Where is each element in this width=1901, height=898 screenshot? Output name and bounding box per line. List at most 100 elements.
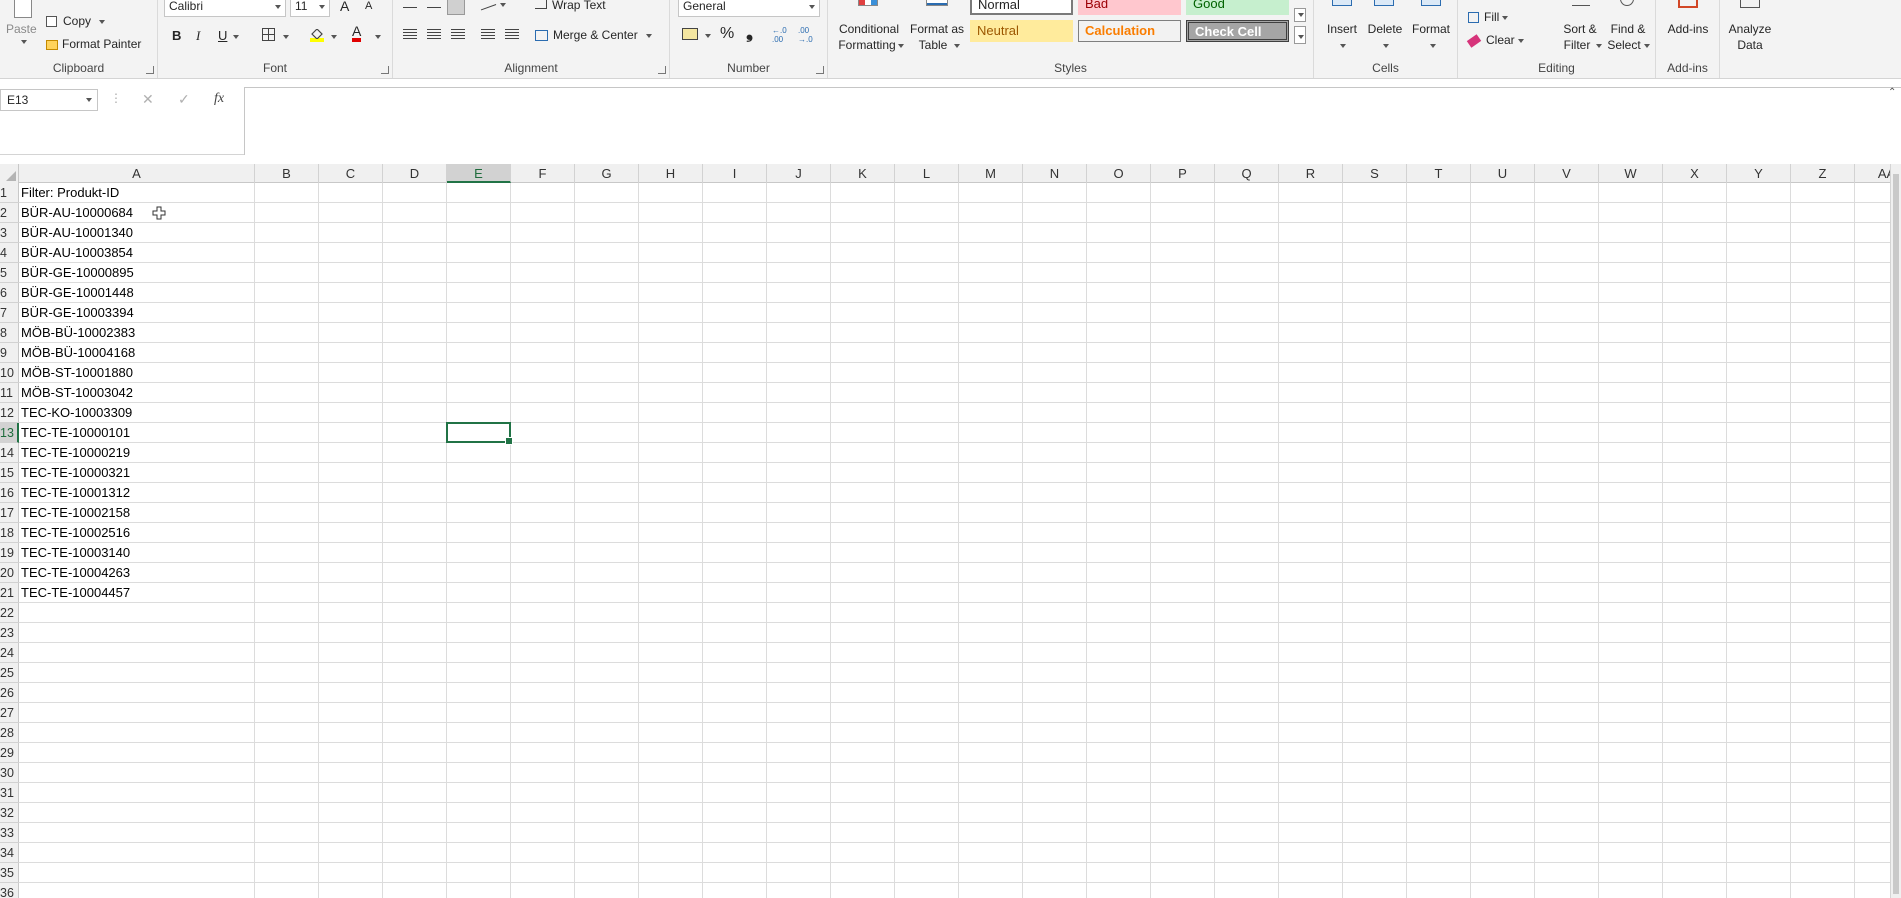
cell-a8[interactable]: MÖB-BÜ-10002383 (21, 323, 135, 343)
column-header-e[interactable]: E (447, 164, 511, 183)
row-header-8[interactable]: 8 (0, 323, 19, 343)
find-select-button[interactable]: Find & Select (1604, 0, 1652, 52)
formula-bar-splitter-icon[interactable]: ⋮ (110, 91, 122, 105)
addins-button[interactable]: Add-ins (1662, 0, 1714, 52)
column-header-w[interactable]: W (1599, 164, 1663, 183)
row-header-36[interactable]: 36 (0, 883, 19, 898)
comma-style-button[interactable]: ❟ (746, 22, 753, 43)
cancel-entry-icon[interactable]: ✕ (142, 91, 154, 108)
style-bad[interactable]: Bad (1078, 0, 1181, 15)
column-header-d[interactable]: D (383, 164, 447, 183)
row-header-22[interactable]: 22 (0, 603, 19, 623)
row-header-21[interactable]: 21 (0, 583, 19, 603)
insert-function-icon[interactable]: fx (214, 91, 224, 107)
column-header-b[interactable]: B (255, 164, 319, 183)
alignment-dialog-launcher-icon[interactable] (658, 66, 666, 74)
cell-a2[interactable]: BÜR-AU-10000684 (21, 203, 133, 223)
row-header-6[interactable]: 6 (0, 283, 19, 303)
orientation-icon[interactable] (477, 0, 497, 11)
cell-a10[interactable]: MÖB-ST-10001880 (21, 363, 133, 383)
styles-scroll-down-icon[interactable] (1294, 8, 1306, 22)
font-name-combo[interactable]: Calibri (164, 0, 286, 17)
number-dialog-launcher-icon[interactable] (816, 66, 824, 74)
copy-button[interactable]: Copy (46, 14, 106, 28)
font-color-dropdown-icon[interactable] (375, 35, 381, 39)
row-header-26[interactable]: 26 (0, 683, 19, 703)
shrink-font-button[interactable]: A (365, 0, 372, 12)
row-header-11[interactable]: 11 (0, 383, 19, 403)
font-dialog-launcher-icon[interactable] (381, 66, 389, 74)
row-header-23[interactable]: 23 (0, 623, 19, 643)
row-header-19[interactable]: 19 (0, 543, 19, 563)
row-header-17[interactable]: 17 (0, 503, 19, 523)
enter-entry-icon[interactable]: ✓ (178, 91, 190, 108)
middle-align-icon[interactable] (427, 0, 441, 8)
font-size-dropdown-icon[interactable] (319, 5, 325, 9)
cell-a18[interactable]: TEC-TE-10002516 (21, 523, 130, 543)
column-header-n[interactable]: N (1023, 164, 1087, 183)
column-header-q[interactable]: Q (1215, 164, 1279, 183)
cell-a19[interactable]: TEC-TE-10003140 (21, 543, 130, 563)
paste-dropdown-icon[interactable] (21, 40, 27, 44)
row-header-24[interactable]: 24 (0, 643, 19, 663)
style-good[interactable]: Good (1186, 0, 1289, 15)
column-header-x[interactable]: X (1663, 164, 1727, 183)
clipboard-dialog-launcher-icon[interactable] (146, 66, 154, 74)
row-header-32[interactable]: 32 (0, 803, 19, 823)
cell-a16[interactable]: TEC-TE-10001312 (21, 483, 130, 503)
conditional-formatting-button[interactable]: Conditional Formatting (834, 0, 904, 52)
merge-center-dropdown-icon[interactable] (645, 33, 652, 38)
column-header-c[interactable]: C (319, 164, 383, 183)
analyze-data-button[interactable]: Analyze Data (1722, 0, 1778, 60)
name-box[interactable]: E13 (0, 89, 98, 111)
column-header-g[interactable]: G (575, 164, 639, 183)
styles-more-icon[interactable] (1294, 26, 1306, 44)
cell-a3[interactable]: BÜR-AU-10001340 (21, 223, 133, 243)
cell-a5[interactable]: BÜR-GE-10000895 (21, 263, 134, 283)
cell-a17[interactable]: TEC-TE-10002158 (21, 503, 130, 523)
row-header-25[interactable]: 25 (0, 663, 19, 683)
column-header-u[interactable]: U (1471, 164, 1535, 183)
fill-color-dropdown-icon[interactable] (331, 35, 337, 39)
cell-a12[interactable]: TEC-KO-10003309 (21, 403, 132, 423)
row-header-30[interactable]: 30 (0, 763, 19, 783)
align-left-icon[interactable] (403, 29, 417, 40)
format-button[interactable]: Format (1408, 0, 1454, 52)
row-header-27[interactable]: 27 (0, 703, 19, 723)
row-header-2[interactable]: 2 (0, 203, 19, 223)
column-header-l[interactable]: L (895, 164, 959, 183)
cell-a14[interactable]: TEC-TE-10000219 (21, 443, 130, 463)
row-header-9[interactable]: 9 (0, 343, 19, 363)
vertical-scroll-thumb[interactable] (1893, 174, 1899, 894)
row-header-16[interactable]: 16 (0, 483, 19, 503)
vertical-scrollbar[interactable] (1890, 164, 1901, 898)
column-header-j[interactable]: J (767, 164, 831, 183)
row-header-12[interactable]: 12 (0, 403, 19, 423)
row-header-15[interactable]: 15 (0, 463, 19, 483)
cell-a6[interactable]: BÜR-GE-10001448 (21, 283, 134, 303)
column-header-y[interactable]: Y (1727, 164, 1791, 183)
column-header-m[interactable]: M (959, 164, 1023, 183)
bottom-align-icon[interactable] (447, 0, 465, 15)
accounting-dropdown-icon[interactable] (705, 34, 711, 38)
delete-button[interactable]: Delete (1364, 0, 1406, 52)
format-painter-button[interactable]: Format Painter (46, 37, 141, 51)
number-format-combo[interactable]: General (678, 0, 820, 17)
top-align-icon[interactable] (403, 0, 417, 8)
column-header-r[interactable]: R (1279, 164, 1343, 183)
row-header-29[interactable]: 29 (0, 743, 19, 763)
row-header-14[interactable]: 14 (0, 443, 19, 463)
fill-button[interactable]: Fill (1468, 10, 1509, 24)
increase-decimal-button[interactable]: ←.0.00 (772, 26, 787, 44)
row-header-34[interactable]: 34 (0, 843, 19, 863)
merge-center-button[interactable]: Merge & Center (535, 28, 652, 42)
cell-a11[interactable]: MÖB-ST-10003042 (21, 383, 133, 403)
row-header-28[interactable]: 28 (0, 723, 19, 743)
borders-icon[interactable] (262, 28, 275, 41)
row-header-33[interactable]: 33 (0, 823, 19, 843)
row-header-18[interactable]: 18 (0, 523, 19, 543)
number-format-dropdown-icon[interactable] (809, 5, 815, 9)
percent-style-button[interactable]: % (720, 25, 734, 43)
font-color-button[interactable]: A (352, 24, 362, 42)
paste-button[interactable]: Paste (4, 0, 42, 52)
